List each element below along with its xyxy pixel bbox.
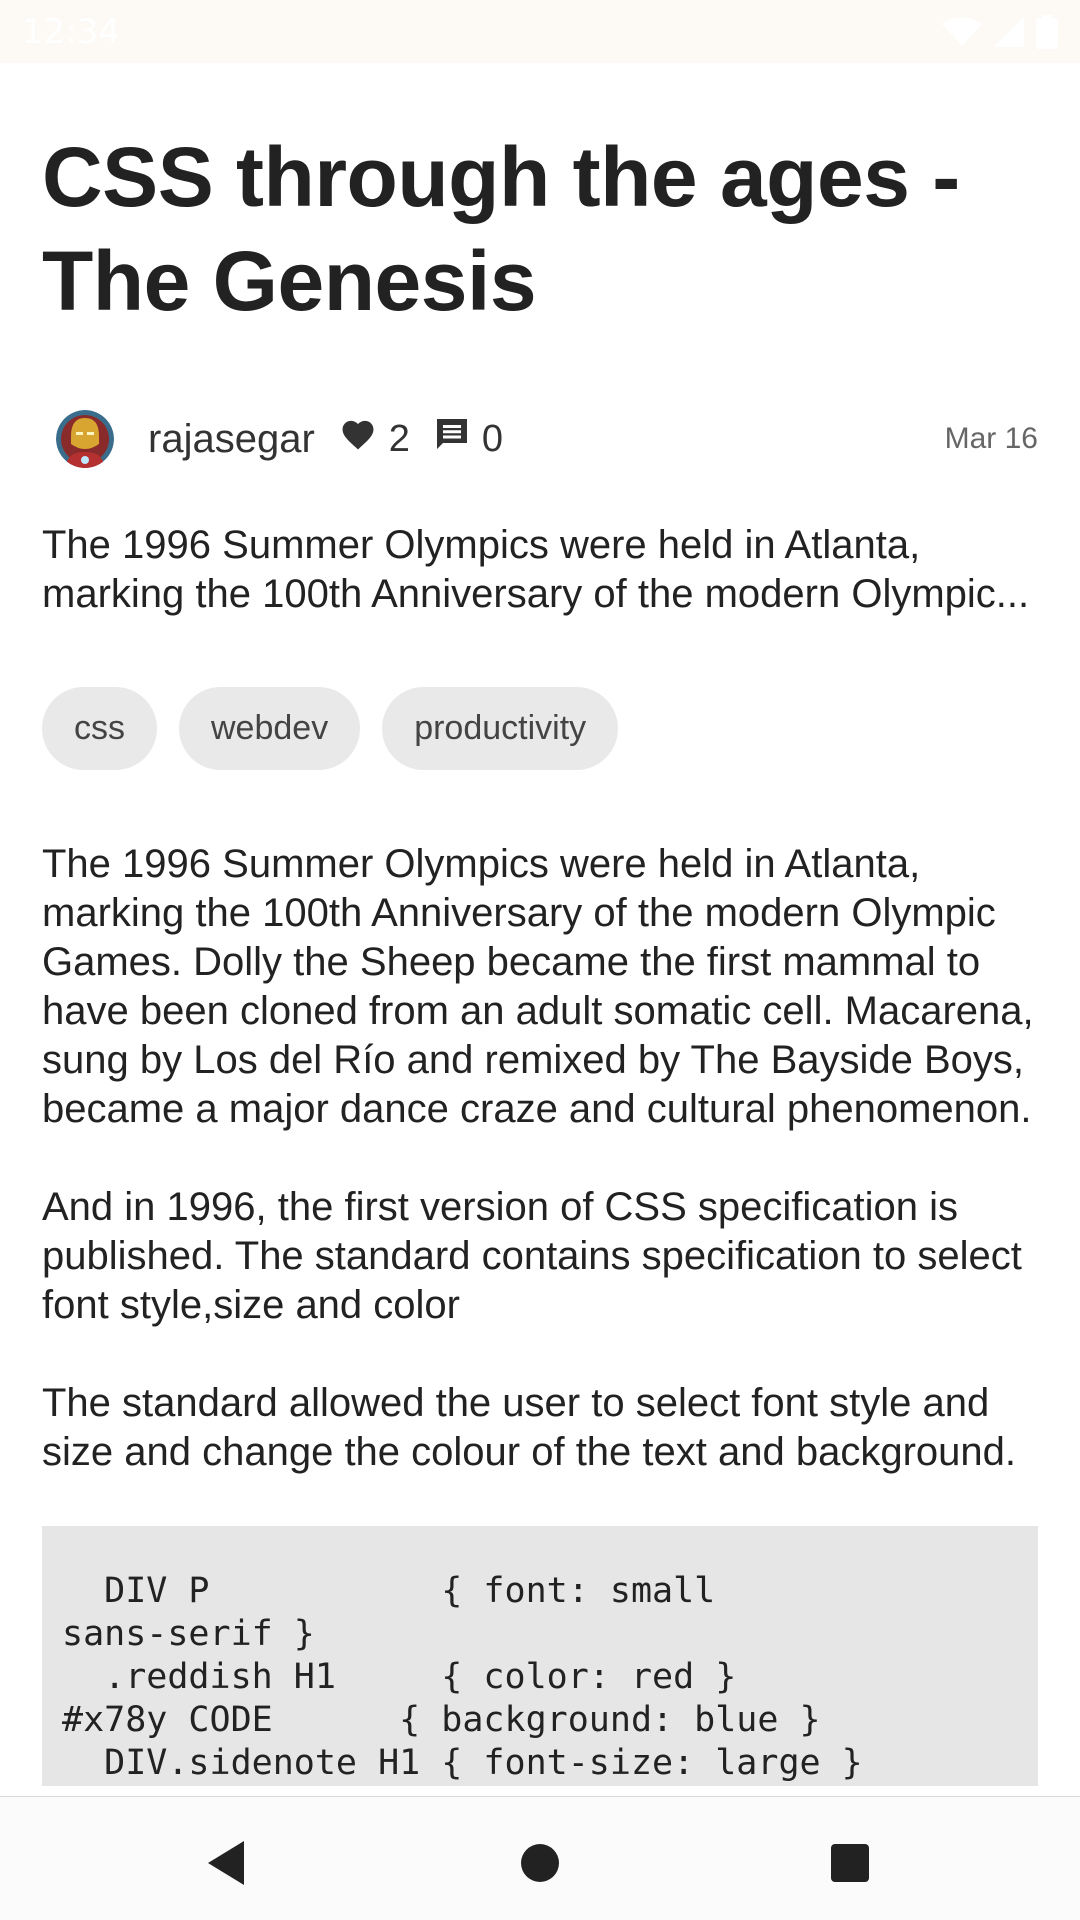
cellular-signal-icon [994,16,1024,47]
home-button[interactable] [510,1835,570,1895]
article: CSS through the ages - The Genesis rajas… [42,63,1038,1786]
battery-icon [1036,14,1058,49]
likes-value: 2 [388,417,410,460]
back-icon [204,1839,248,1892]
recents-button[interactable] [820,1835,880,1895]
article-title: CSS through the ages - The Genesis [42,130,960,328]
paragraph: And in 1996, the first version of CSS sp… [42,1185,1022,1327]
comments-value: 0 [481,417,504,460]
recents-icon [830,1843,870,1888]
home-icon [519,1842,561,1889]
comment-icon [434,416,482,462]
likes-count[interactable]: 2 [339,417,410,461]
status-bar: 12:34 [0,0,1080,63]
article-meta: rajasegar 2 0 Mar 16 [42,409,1038,469]
status-icons [942,14,1058,49]
wifi-icon [942,16,982,48]
status-time: 12:34 [22,11,120,52]
tag-list: css webdev productivity [42,687,1038,770]
article-excerpt: The 1996 Summer Olympics were held in At… [42,523,1030,616]
code-block: DIV P { font: small sans-serif } .reddis… [42,1526,1038,1786]
tag-productivity[interactable]: productivity [382,687,619,770]
screen: 12:34 CSS through the ages - The Genesis [0,0,1080,1920]
heart-icon [339,417,389,461]
tag-webdev[interactable]: webdev [179,687,361,770]
paragraph: The standard allowed the user to select … [42,1381,1017,1474]
back-button[interactable] [196,1835,256,1895]
article-body: The 1996 Summer Olympics were held in At… [42,840,1038,1477]
author-avatar[interactable] [56,410,114,468]
navigation-bar [0,1796,1080,1920]
paragraph: The 1996 Summer Olympics were held in At… [42,842,1034,1131]
comments-count[interactable]: 0 [434,416,503,462]
author-name[interactable]: rajasegar [148,417,315,462]
tag-css[interactable]: css [42,687,157,770]
publish-date: Mar 16 [944,422,1038,455]
